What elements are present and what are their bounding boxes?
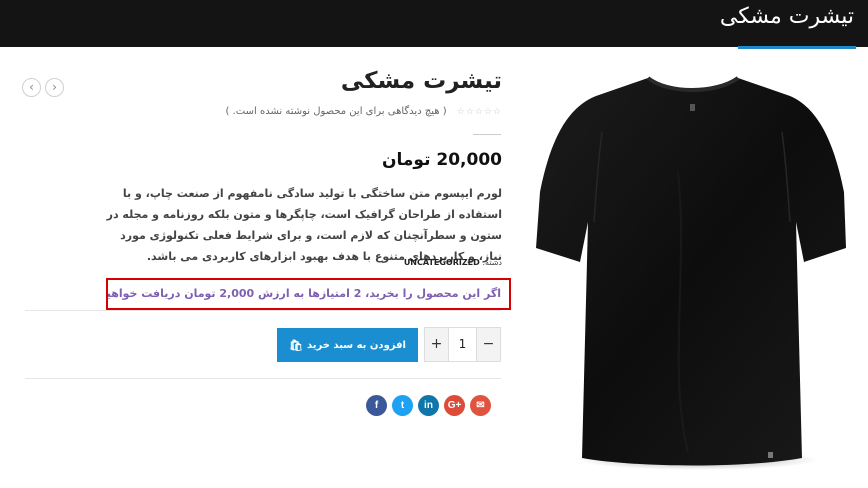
product-title: تیشرت مشکی — [340, 68, 502, 94]
facebook-icon[interactable]: f — [366, 395, 387, 416]
product-navigation: ‹ › — [22, 78, 64, 97]
linkedin-icon[interactable]: in — [418, 395, 439, 416]
chevron-right-icon[interactable]: › — [45, 78, 64, 97]
star-rating-icon: ☆☆☆☆☆ — [456, 106, 502, 117]
twitter-icon[interactable]: t — [392, 395, 413, 416]
shopping-bag-icon: 🛍 — [289, 338, 303, 352]
top-header-bar: تیشرت مشکی — [0, 0, 868, 49]
chevron-left-icon[interactable]: ‹ — [22, 78, 41, 97]
quantity-input[interactable]: 1 — [448, 328, 477, 361]
category-label: دسته: — [482, 258, 502, 267]
quantity-stepper: + 1 − — [424, 327, 501, 362]
add-to-cart-button[interactable]: افزودن به سبد خرید 🛍 — [277, 328, 418, 362]
product-image[interactable] — [528, 72, 848, 472]
quantity-minus-button[interactable]: − — [477, 328, 500, 361]
review-count-link[interactable]: ( هیچ دیدگاهی برای این محصول نوشته نشده … — [226, 106, 447, 117]
email-icon[interactable]: ✉ — [470, 395, 491, 416]
product-category: دسته: UNCATEGORIZED — [404, 258, 502, 267]
header-title-underline — [738, 46, 856, 49]
product-price: 20,000 تومان — [382, 150, 502, 170]
divider — [25, 378, 501, 379]
divider — [473, 134, 501, 135]
divider — [25, 310, 501, 311]
rating-row: ☆☆☆☆☆ ( هیچ دیدگاهی برای این محصول نوشته… — [226, 106, 502, 117]
add-to-cart-label: افزودن به سبد خرید — [306, 339, 406, 351]
reward-points-notice: اگر این محصول را بخرید، 2 امتیازها به ار… — [106, 278, 511, 310]
tshirt-image — [536, 76, 846, 470]
header-title: تیشرت مشکی — [719, 4, 854, 29]
category-link[interactable]: UNCATEGORIZED — [404, 258, 480, 267]
product-description: لورم ایپسوم متن ساختگی با تولید سادگی نا… — [106, 187, 502, 263]
social-share-bar: f t in G+ ✉ — [366, 395, 491, 416]
google-plus-icon[interactable]: G+ — [444, 395, 465, 416]
quantity-plus-button[interactable]: + — [425, 328, 448, 361]
